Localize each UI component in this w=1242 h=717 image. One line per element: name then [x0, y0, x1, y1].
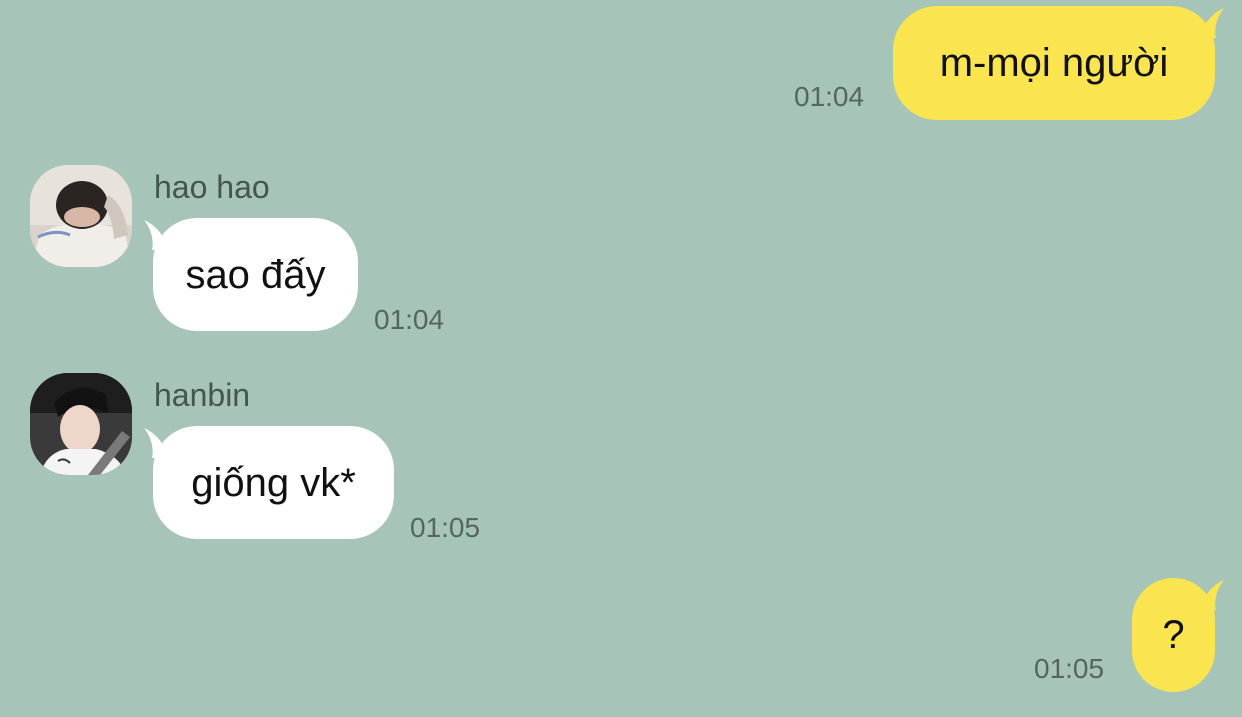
message-text: giống vk* [191, 460, 356, 505]
message-timestamp: 01:05 [1034, 653, 1105, 684]
message-timestamp: 01:04 [374, 304, 445, 335]
sender-name: hanbin [154, 377, 251, 413]
message-bubble[interactable]: m-mọi người [893, 6, 1215, 120]
message-text: sao đấy [185, 252, 326, 297]
message-timestamp: 01:05 [410, 512, 481, 543]
message-text: ? [1162, 613, 1185, 657]
avatar[interactable] [30, 373, 132, 475]
sender-name: hao hao [154, 169, 270, 205]
message-text: m-mọi người [939, 41, 1169, 85]
message-bubble[interactable]: giống vk* [153, 426, 394, 539]
message-bubble[interactable]: ? [1132, 578, 1215, 692]
message-timestamp: 01:04 [794, 81, 865, 112]
avatar-photo-icon [30, 373, 132, 475]
avatar[interactable] [30, 165, 132, 267]
chat-view: 01:04 m-mọi người hao hao sao đấy 01:04 … [0, 0, 1242, 717]
message-bubble[interactable]: sao đấy [153, 218, 358, 331]
avatar-photo-icon [30, 165, 132, 267]
